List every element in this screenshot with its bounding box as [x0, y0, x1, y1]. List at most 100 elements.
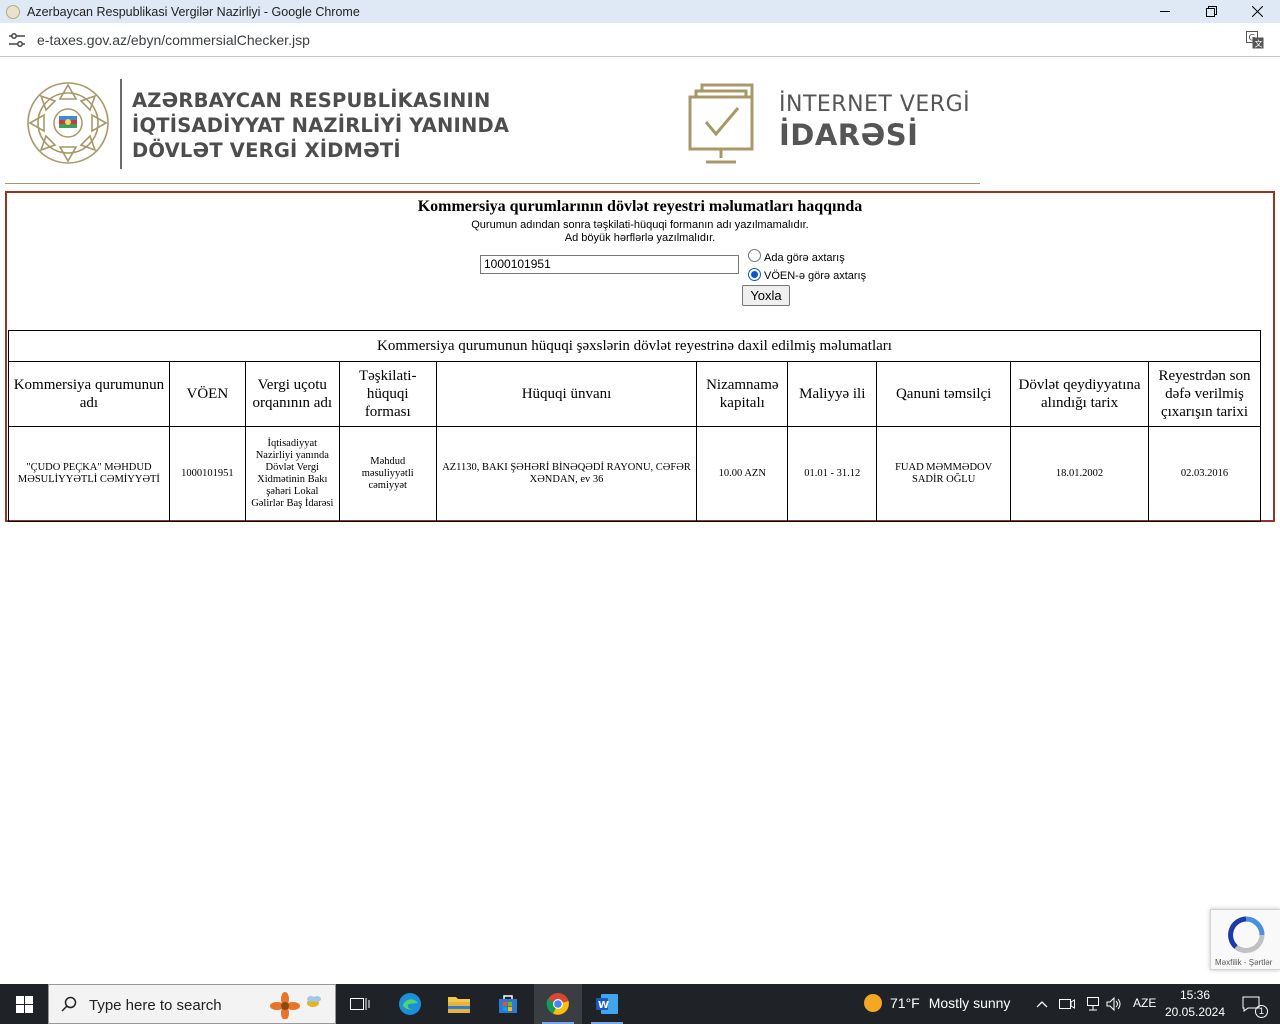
- charter-capital-cell: 10.00 AZN: [696, 426, 789, 522]
- window-title-bar: Azerbaycan Respublikasi Vergilər Nazirli…: [0, 0, 1280, 23]
- volume-button[interactable]: [1104, 984, 1124, 1024]
- site-info-icon[interactable]: [9, 33, 25, 47]
- file-explorer-taskbar-button[interactable]: [435, 984, 483, 1024]
- registration-date-cell: 18.01.2002: [1010, 426, 1149, 522]
- clock-date: 20.05.2024: [1164, 1005, 1226, 1019]
- column-header: VÖEN: [168, 361, 246, 427]
- windows-taskbar: Type here to search W 71°F Mostly sunny: [0, 984, 1280, 1024]
- input-language-indicator[interactable]: AZE: [1133, 996, 1156, 1010]
- chevron-up-icon: [1036, 1001, 1048, 1008]
- column-header: Nizamnamə kapitalı: [696, 361, 789, 427]
- store-taskbar-button[interactable]: [484, 984, 532, 1024]
- weather-sun-icon: [864, 994, 882, 1012]
- internet-tax-office-title: İNTERNET VERGİ İDARƏSİ: [779, 92, 970, 152]
- ministry-line-2: İQTİSADİYYAT NAZİRLİYİ YANINDA: [132, 114, 510, 137]
- weather-description: Mostly sunny: [928, 995, 1011, 1011]
- minimize-button[interactable]: [1142, 0, 1188, 23]
- clock-time: 15:36: [1179, 988, 1211, 1002]
- table-header-row: Kommersiya qurumunun adı VÖEN Vergi uçot…: [8, 361, 1262, 427]
- search-by-name-radio[interactable]: [748, 249, 761, 262]
- column-header: Maliyyə ili: [787, 361, 878, 427]
- ministry-name: AZƏRBAYCAN RESPUBLİKASININ İQTİSADİYYAT …: [132, 88, 509, 163]
- system-clock[interactable]: 15:36 20.05.2024: [1160, 987, 1230, 1021]
- folder-icon: [448, 997, 470, 1013]
- meet-now-icon: [1059, 999, 1075, 1009]
- hint-text-1: Qurumun adından sonra təşkilati-hüquqi f…: [471, 219, 809, 231]
- table-row: "ÇUDO PEÇKA" MƏHDUD MƏSULİYYƏTLİ CƏMİYYƏ…: [8, 426, 1262, 522]
- chrome-taskbar-button[interactable]: [534, 984, 582, 1024]
- hint-text-2: Ad böyük hərflərlə yazılmalıdır.: [564, 232, 716, 244]
- search-highlight-flower-icon: [270, 992, 321, 1019]
- table-caption: Kommersiya qurumunun hüquqi şəxslərin dö…: [8, 330, 1261, 362]
- column-header: Kommersiya qurumunun adı: [8, 361, 170, 427]
- legal-form-cell: Məhdud məsuliyyətli cəmiyyət: [338, 426, 437, 522]
- network-icon: [1087, 997, 1099, 1011]
- show-hidden-icons-button[interactable]: [1034, 984, 1050, 1024]
- svg-text:文: 文: [1255, 39, 1263, 49]
- meet-now-button[interactable]: [1057, 984, 1077, 1024]
- translate-icon[interactable]: G 文: [1246, 31, 1264, 49]
- legal-representative-cell: FUAD MƏMMƏDOV SADİR OĞLU: [876, 426, 1012, 522]
- search-icon: [61, 996, 77, 1012]
- ministry-line-1: AZƏRBAYCAN RESPUBLİKASININ: [132, 89, 491, 112]
- notification-count: 1: [1255, 1005, 1268, 1018]
- check-button[interactable]: Yoxla: [742, 285, 790, 306]
- edge-taskbar-button[interactable]: [386, 984, 434, 1024]
- notifications-button[interactable]: 1: [1236, 984, 1268, 1024]
- column-header: Reyestrdən son dəfə verilmiş çıxarışın t…: [1147, 361, 1262, 427]
- registry-table: Kommersiya qurumunun hüquqi şəxslərin dö…: [8, 330, 1262, 522]
- speaker-icon: [1106, 997, 1121, 1011]
- column-header: Hüquqi ünvanı: [435, 361, 698, 427]
- taskbar-search[interactable]: Type here to search: [48, 984, 336, 1024]
- last-extract-date-cell: 02.03.2016: [1147, 426, 1262, 522]
- legal-address-cell: AZ1130, BAKI ŞƏHƏRİ BİNƏQƏDİ RAYONU, CƏF…: [435, 426, 698, 522]
- start-button[interactable]: [0, 984, 48, 1024]
- page-title: Kommersiya qurumlarının dövlət reyestri …: [417, 198, 863, 215]
- commercial-checker-panel: Kommersiya qurumlarının dövlət reyestri …: [5, 191, 1275, 522]
- close-window-button[interactable]: [1234, 0, 1280, 23]
- restore-icon: [1205, 6, 1217, 17]
- column-header: Dövlət qeydiyyatına alındığı tarix: [1010, 361, 1149, 427]
- tax-authority-cell: İqtisadiyyat Nazirliyi yanında Dövlət Ve…: [244, 426, 340, 522]
- task-view-button[interactable]: [336, 984, 384, 1024]
- recaptcha-icon: [1228, 916, 1265, 953]
- search-by-name-label: Ada görə axtarış: [764, 252, 845, 264]
- column-header: Vergi uçotu orqanının adı: [244, 361, 340, 427]
- address-bar: e-taxes.gov.az/ebyn/commersialChecker.js…: [0, 23, 1280, 57]
- windows-logo-icon: [15, 995, 33, 1013]
- task-view-icon: [350, 998, 370, 1010]
- recaptcha-badge[interactable]: Məxfilik - Şərtlər: [1210, 909, 1280, 970]
- ivi-line-1: İNTERNET VERGİ: [779, 92, 971, 117]
- header-separator: [120, 79, 122, 169]
- internet-tax-office-icon: [688, 83, 754, 164]
- ministry-line-3: DÖVLƏT VERGİ XİDMƏTİ: [132, 139, 401, 162]
- window-title: Azerbaycan Respublikasi Vergilər Nazirli…: [27, 4, 360, 19]
- search-by-voen-label: VÖEN-ə görə axtarış: [764, 270, 867, 282]
- search-placeholder: Type here to search: [89, 997, 222, 1014]
- edge-icon: [399, 993, 421, 1015]
- svg-text:W: W: [598, 1000, 609, 1011]
- company-name-cell: "ÇUDO PEÇKA" MƏHDUD MƏSULİYYƏTLİ CƏMİYYƏ…: [8, 426, 170, 522]
- voen-cell: 1000101951: [168, 426, 246, 522]
- voen-input[interactable]: 1000101951: [480, 255, 739, 274]
- minimize-icon: [1159, 11, 1170, 12]
- word-icon: W: [596, 994, 618, 1014]
- weather-temperature: 71°F: [890, 995, 920, 1011]
- column-header: Təşkilati-hüquqi forması: [338, 361, 437, 427]
- chrome-icon: [546, 993, 569, 1015]
- site-favicon-icon: [6, 4, 20, 19]
- state-emblem-logo: [27, 82, 109, 164]
- restore-button[interactable]: [1188, 0, 1234, 23]
- network-button[interactable]: [1082, 984, 1102, 1024]
- search-by-voen-radio[interactable]: [748, 268, 761, 281]
- column-header: Qanuni təmsilçi: [876, 361, 1012, 427]
- word-taskbar-button[interactable]: W: [583, 984, 631, 1024]
- ivi-line-2: İDARƏSİ: [779, 118, 919, 152]
- weather-widget[interactable]: 71°F Mostly sunny: [864, 994, 1010, 1012]
- store-icon: [499, 995, 517, 1013]
- fiscal-year-cell: 01.01 - 31.12: [787, 426, 878, 522]
- url-field[interactable]: e-taxes.gov.az/ebyn/commersialChecker.js…: [37, 32, 310, 48]
- recaptcha-links[interactable]: Məxfilik - Şərtlər: [1215, 958, 1272, 967]
- close-icon: [1251, 6, 1263, 17]
- header-divider: [5, 183, 980, 184]
